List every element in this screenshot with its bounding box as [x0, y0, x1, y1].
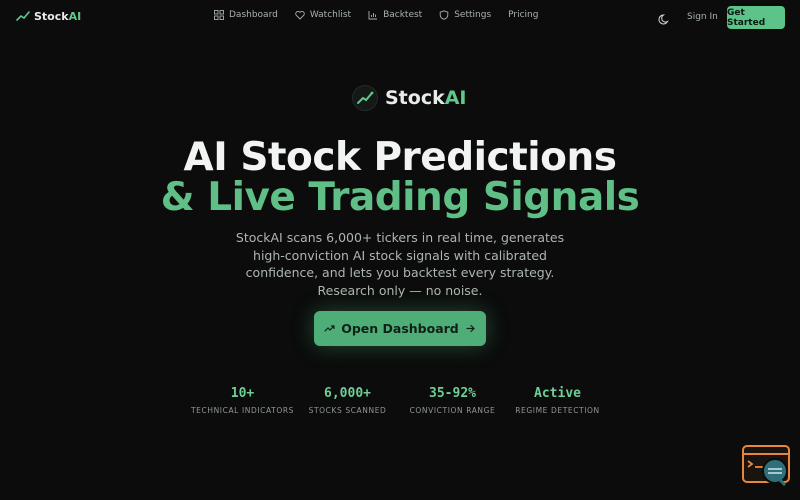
hero-headline: AI Stock Predictions & Live Trading Sign… [0, 138, 800, 218]
nav-dashboard[interactable]: Dashboard [214, 10, 278, 20]
stat-item: Active REGIME DETECTION [505, 386, 610, 415]
nav-settings-label: Settings [454, 10, 492, 20]
nav-dashboard-label: Dashboard [229, 10, 278, 20]
chat-bot-icon [742, 445, 790, 487]
hero-subtitle: StockAI scans 6,000+ tickers in real tim… [235, 230, 565, 298]
headline-line-1: AI Stock Predictions [183, 135, 617, 180]
sign-in-link[interactable]: Sign In [687, 12, 718, 22]
nav-pricing-label: Pricing [508, 10, 539, 20]
stats-row: 10+ TECHNICAL INDICATORS 6,000+ STOCKS S… [190, 386, 610, 415]
brand-name-prefix: Stock [34, 9, 69, 23]
hero-logo: StockAI [352, 85, 467, 111]
brand-logo[interactable]: Stock AI [16, 9, 81, 23]
shield-icon [439, 10, 449, 20]
stat-item: 6,000+ STOCKS SCANNED [295, 386, 400, 415]
moon-icon [658, 14, 669, 25]
get-started-button[interactable]: Get Started [727, 6, 785, 29]
trend-logo-icon [357, 91, 374, 104]
stat-value: 35-92% [429, 386, 476, 401]
nav-pricing[interactable]: Pricing [508, 10, 538, 20]
nav-links: Dashboard Watchlist Backtest Settings Pr… [214, 10, 538, 20]
open-dashboard-label: Open Dashboard [341, 321, 459, 336]
arrow-right-icon [466, 324, 475, 333]
hero-logo-prefix: Stock [385, 87, 445, 109]
hero-logo-badge [352, 85, 378, 111]
top-nav: Stock AI Dashboard Watchlist Backtest Se… [0, 0, 800, 36]
open-dashboard-button[interactable]: Open Dashboard [314, 311, 486, 346]
brand-name-suffix: AI [68, 9, 82, 23]
stat-value: 6,000+ [324, 386, 371, 401]
bar-chart-icon [368, 11, 378, 20]
stat-label: TECHNICAL INDICATORS [191, 406, 294, 415]
stat-label: STOCKS SCANNED [308, 406, 387, 415]
stat-item: 10+ TECHNICAL INDICATORS [190, 386, 295, 415]
nav-settings[interactable]: Settings [439, 10, 491, 20]
stat-item: 35-92% CONVICTION RANGE [400, 386, 505, 415]
stat-value: Active [534, 386, 581, 401]
trending-up-icon [324, 325, 335, 332]
stat-value: 10+ [230, 386, 255, 401]
nav-watchlist-label: Watchlist [309, 10, 352, 20]
nav-watchlist[interactable]: Watchlist [295, 10, 351, 20]
stat-label: CONVICTION RANGE [409, 406, 496, 415]
nav-backtest-label: Backtest [383, 10, 423, 20]
theme-toggle-button[interactable] [658, 11, 671, 25]
heart-icon [295, 11, 305, 20]
nav-backtest[interactable]: Backtest [368, 10, 422, 20]
chat-widget-button[interactable] [742, 445, 790, 489]
hero-logo-suffix: AI [444, 87, 467, 109]
grid-icon [214, 10, 224, 20]
stat-label: REGIME DETECTION [515, 406, 600, 415]
trend-logo-icon [16, 11, 30, 21]
headline-line-2: & Live Trading Signals [160, 175, 640, 220]
